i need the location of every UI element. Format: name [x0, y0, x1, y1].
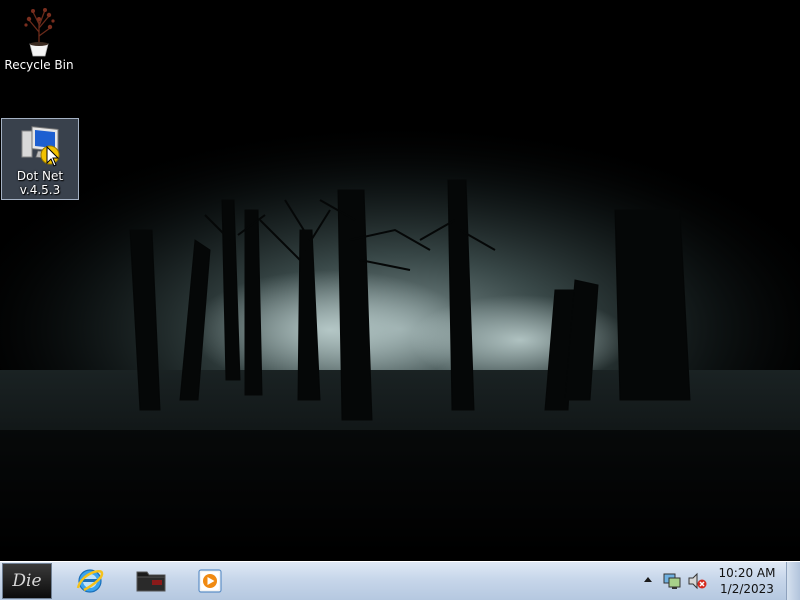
- media-player-icon: [198, 569, 222, 593]
- taskbar: Die 10:20 AM 1/2/2023: [0, 561, 800, 600]
- desktop-icon-dot-net[interactable]: Dot Net v.4.5.3: [1, 118, 79, 200]
- desktop-icon-label-line2: v.4.5.3: [19, 183, 61, 197]
- system-tray: 10:20 AM 1/2/2023: [640, 562, 800, 600]
- clock[interactable]: 10:20 AM 1/2/2023: [712, 565, 782, 597]
- clock-date: 1/2/2023: [720, 582, 774, 596]
- start-button[interactable]: Die: [2, 563, 52, 599]
- clock-time: 10:20 AM: [718, 566, 776, 580]
- wallpaper: [0, 0, 800, 561]
- internet-explorer-icon: [76, 569, 104, 593]
- desktop-icon-label-line1: Dot Net: [16, 169, 64, 183]
- taskbar-pinned-media-player[interactable]: [182, 564, 238, 598]
- desktop-icon-recycle-bin[interactable]: Recycle Bin: [0, 4, 78, 76]
- plant-recycle-bin-icon: [24, 8, 55, 57]
- network-icon[interactable]: [662, 572, 682, 590]
- taskbar-pinned-internet-explorer[interactable]: [62, 564, 118, 598]
- show-desktop-button[interactable]: [786, 562, 800, 600]
- desktop[interactable]: Recycle Bin Dot Net v.4.5.3: [0, 0, 800, 561]
- folder-icon: [136, 571, 166, 592]
- volume-muted-icon[interactable]: [687, 572, 707, 590]
- computer-installer-icon: [21, 126, 60, 167]
- show-hidden-icons-arrow-icon[interactable]: [642, 574, 654, 584]
- taskbar-pinned-folder[interactable]: [122, 564, 178, 598]
- desktop-icon-label: Recycle Bin: [4, 58, 74, 72]
